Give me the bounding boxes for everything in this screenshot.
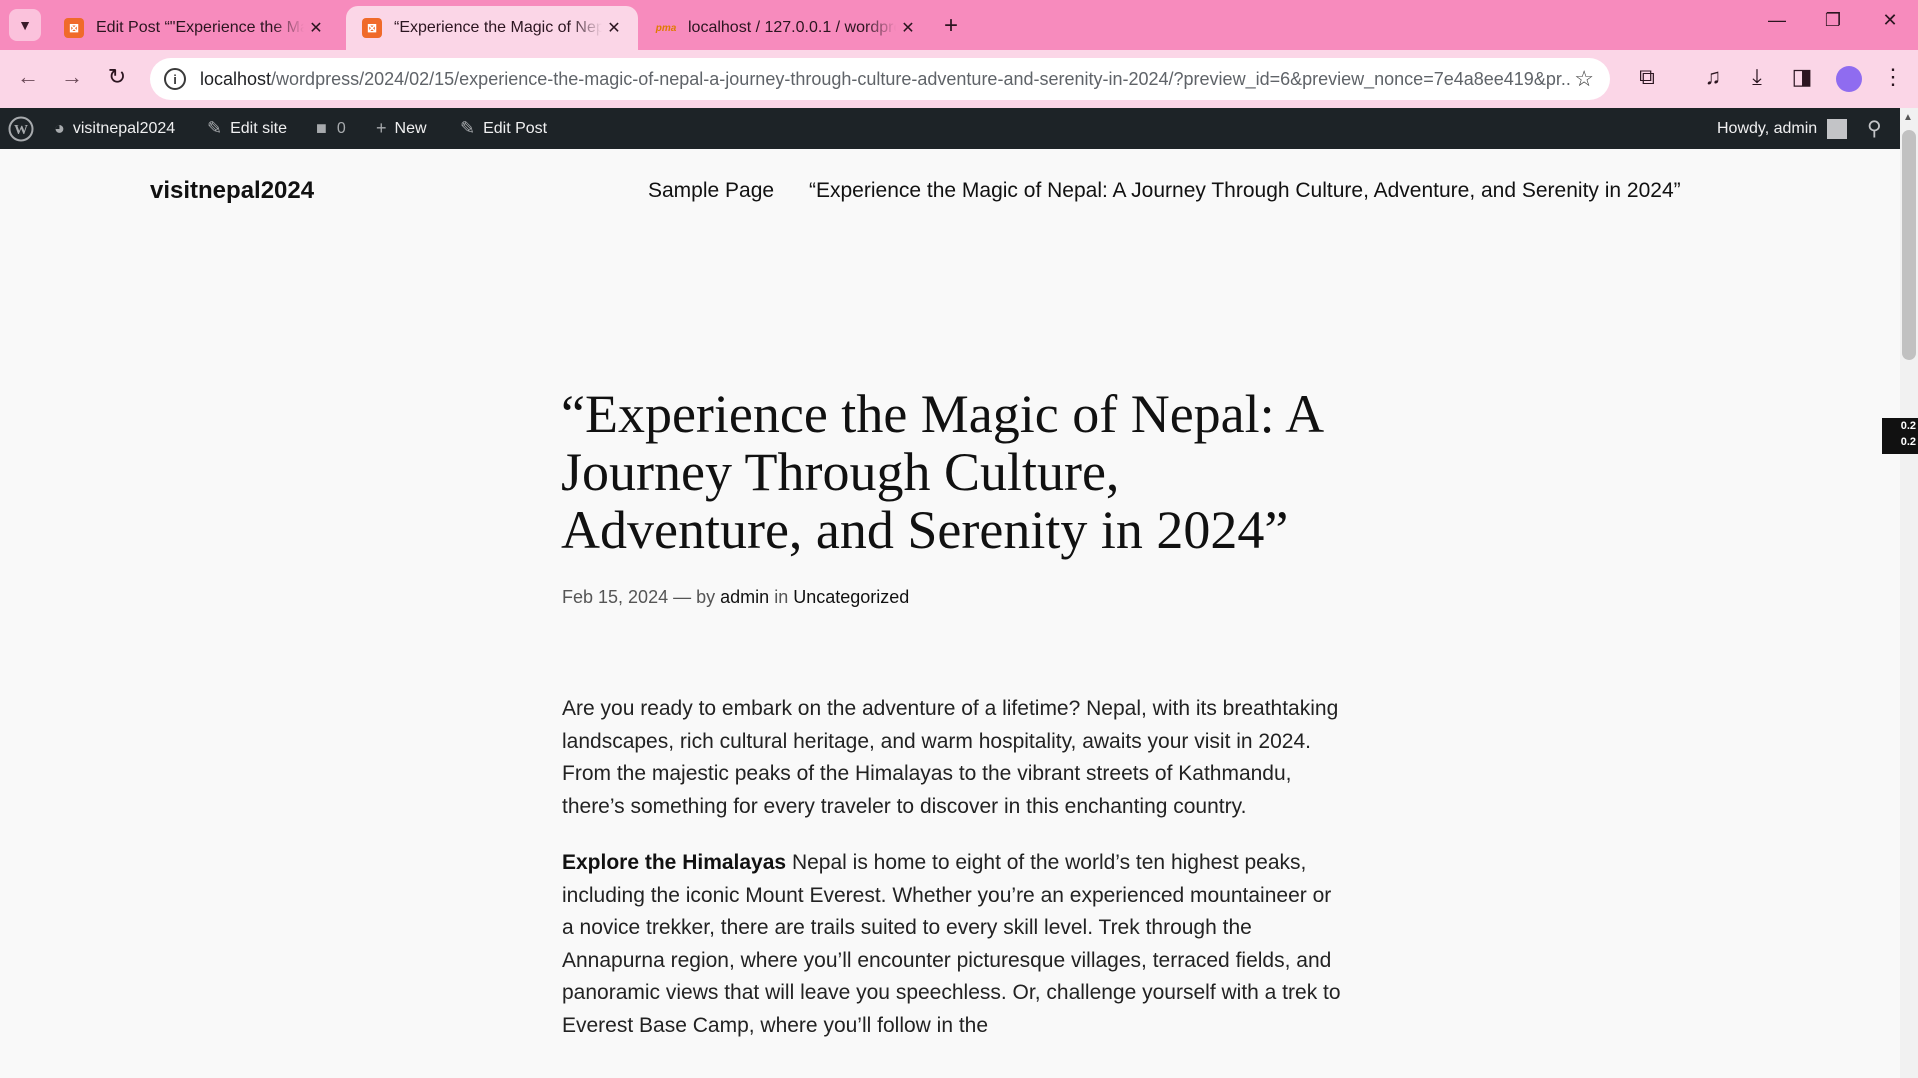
xampp-icon: ⊠ bbox=[64, 18, 84, 38]
bookmark-star-icon[interactable]: ☆ bbox=[1574, 66, 1594, 92]
post-content: Are you ready to embark on the adventure… bbox=[562, 693, 1342, 1066]
back-button[interactable]: ← bbox=[13, 64, 43, 90]
tab-post-preview[interactable]: ⊠ “Experience the Magic of Nepal: A Jour… bbox=[346, 6, 638, 50]
close-window-button[interactable]: ✕ bbox=[1875, 10, 1905, 31]
post-meta: Feb 15, 2024 — by admin in Uncategorized bbox=[562, 587, 909, 608]
howdy-label: Howdy, admin bbox=[1717, 119, 1818, 137]
scrollbar-thumb[interactable] bbox=[1902, 130, 1916, 360]
admin-search-button[interactable]: ⚲ bbox=[1867, 108, 1890, 149]
url-host: localhost bbox=[200, 68, 272, 89]
forward-button[interactable]: → bbox=[57, 64, 87, 90]
info-icon[interactable]: i bbox=[164, 68, 186, 90]
tab-search-button[interactable]: ▼ bbox=[9, 9, 41, 41]
pencil-icon: ✎ bbox=[460, 118, 476, 138]
close-icon[interactable]: ✕ bbox=[602, 18, 626, 38]
restore-button[interactable]: ❐ bbox=[1818, 10, 1848, 31]
badge-value: 0.2 bbox=[1900, 420, 1916, 432]
chevron-down-icon: ▼ bbox=[18, 17, 32, 33]
meta-separator: — bbox=[673, 587, 692, 607]
paragraph-intro: Are you ready to embark on the adventure… bbox=[562, 697, 1339, 818]
user-avatar bbox=[1827, 118, 1848, 139]
meta-in: in bbox=[774, 587, 789, 607]
wordpress-logo[interactable]: W bbox=[8, 108, 34, 149]
profile-avatar[interactable] bbox=[1836, 66, 1862, 92]
edit-site-label: Edit site bbox=[230, 119, 288, 137]
comments-link[interactable]: ■ 0 bbox=[316, 108, 346, 149]
download-icon[interactable]: ⤓ bbox=[1742, 64, 1772, 90]
edit-post-link[interactable]: ✎ Edit Post bbox=[460, 108, 547, 149]
scroll-up-arrow-icon[interactable]: ▲ bbox=[1903, 112, 1913, 123]
comments-count: 0 bbox=[336, 119, 346, 137]
nav-item-sample-page[interactable]: Sample Page bbox=[648, 179, 774, 203]
svg-text:W: W bbox=[14, 123, 28, 138]
brush-icon: ✎ bbox=[207, 118, 223, 138]
side-widget-badge: 0.2 0.2 bbox=[1882, 418, 1918, 454]
tab-edit-post[interactable]: ⊠ Edit Post “"Experience the Magic of Ne… bbox=[48, 6, 340, 50]
plus-icon: + bbox=[376, 118, 387, 138]
site-name-menu[interactable]: ◕ visitnepal2024 bbox=[54, 108, 175, 149]
badge-value: 0.2 bbox=[1900, 436, 1916, 448]
search-icon: ⚲ bbox=[1867, 118, 1882, 140]
extensions-icon[interactable]: ⧉ bbox=[1632, 64, 1662, 90]
nav-item-post[interactable]: “Experience the Magic of Nepal: A Journe… bbox=[809, 179, 1681, 203]
site-title[interactable]: visitnepal2024 bbox=[150, 177, 314, 205]
edit-post-label: Edit Post bbox=[483, 119, 548, 137]
post-title: “Experience the Magic of Nepal: A Journe… bbox=[561, 384, 1322, 560]
meta-by: by bbox=[696, 587, 716, 607]
media-controls-icon[interactable]: ♫ bbox=[1698, 64, 1728, 90]
paragraph-himalayas-text: Nepal is home to eight of the world’s te… bbox=[562, 851, 1341, 1037]
my-account-menu[interactable]: Howdy, admin bbox=[1717, 108, 1848, 149]
phpmyadmin-icon: pma bbox=[655, 22, 677, 34]
wordpress-icon: W bbox=[8, 116, 34, 141]
url-path: /wordpress/2024/02/15/experience-the-mag… bbox=[271, 68, 1570, 89]
side-panel-icon[interactable]: ◨ bbox=[1787, 64, 1817, 90]
url-text[interactable]: localhost/wordpress/2024/02/15/experienc… bbox=[200, 69, 1570, 90]
close-icon[interactable]: ✕ bbox=[896, 18, 920, 38]
site-page: visitnepal2024 Sample Page “Experience t… bbox=[0, 149, 1900, 1078]
dashboard-icon: ◕ bbox=[54, 118, 65, 138]
reload-button[interactable]: ↻ bbox=[102, 64, 132, 90]
site-name-label: visitnepal2024 bbox=[72, 119, 176, 137]
paragraph-himalayas: Explore the Himalayas Nepal is home to e… bbox=[562, 847, 1342, 1042]
comment-icon: ■ bbox=[316, 118, 327, 138]
minimize-button[interactable]: — bbox=[1762, 10, 1792, 31]
menu-icon[interactable]: ⋮ bbox=[1878, 64, 1908, 90]
edit-site-link[interactable]: ✎ Edit site bbox=[207, 108, 287, 149]
new-label: New bbox=[394, 119, 427, 137]
tab-title: “Experience the Magic of Nepal: A Journe… bbox=[394, 19, 602, 36]
tab-title: localhost / 127.0.0.1 / wordpress bbox=[688, 19, 896, 36]
new-tab-button[interactable]: + bbox=[944, 12, 958, 40]
new-content-menu[interactable]: + New bbox=[376, 108, 427, 149]
tab-phpmyadmin[interactable]: pma localhost / 127.0.0.1 / wordpress ✕ bbox=[640, 6, 932, 50]
browser-toolbar: ← → ↻ i localhost/wordpress/2024/02/15/e… bbox=[0, 50, 1918, 108]
close-icon[interactable]: ✕ bbox=[304, 18, 328, 38]
tab-title: Edit Post “"Experience the Magic of Nepa… bbox=[96, 19, 304, 36]
wp-admin-bar: W ◕ visitnepal2024 ✎ Edit site ■ 0 + New… bbox=[0, 108, 1918, 149]
post-author[interactable]: admin bbox=[720, 587, 769, 607]
post-category[interactable]: Uncategorized bbox=[793, 587, 909, 607]
post-date[interactable]: Feb 15, 2024 bbox=[562, 587, 668, 607]
tab-strip: ▼ ⊠ Edit Post “"Experience the Magic of … bbox=[0, 0, 1918, 50]
xampp-icon: ⊠ bbox=[362, 18, 382, 38]
section-heading-himalayas: Explore the Himalayas bbox=[562, 851, 787, 874]
address-bar[interactable]: i localhost/wordpress/2024/02/15/experie… bbox=[150, 58, 1610, 100]
